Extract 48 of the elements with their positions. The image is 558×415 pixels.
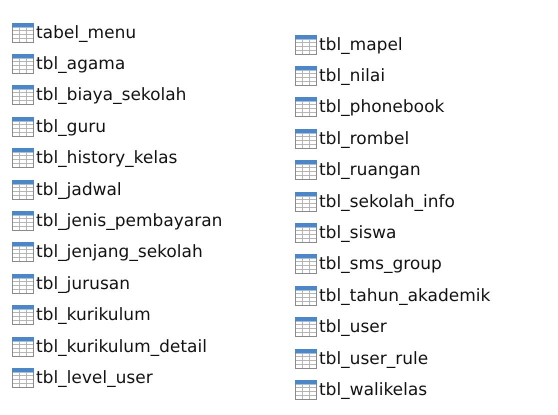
table-icon — [295, 66, 317, 86]
table-icon — [12, 116, 34, 137]
table-icon — [295, 317, 317, 338]
table-icon — [295, 160, 317, 180]
table-icon — [12, 305, 34, 326]
table-name[interactable]: tbl_sms_group — [319, 254, 442, 274]
table-icon — [295, 223, 317, 244]
table-icon — [12, 368, 34, 388]
table-icon — [12, 211, 34, 232]
table-name[interactable]: tbl_rombel — [319, 128, 410, 149]
table-icon — [295, 254, 317, 274]
table-icon — [295, 97, 317, 118]
table-name[interactable]: tbl_level_user — [36, 368, 153, 388]
table-name[interactable]: tbl_user_rule — [319, 348, 428, 369]
table-icon — [295, 286, 317, 306]
table-name[interactable]: tbl_guru — [36, 116, 106, 137]
table-name[interactable]: tbl_mapel — [319, 34, 403, 55]
table-icon — [295, 348, 317, 369]
table-icon — [12, 22, 34, 43]
table-name[interactable]: tbl_ruangan — [319, 160, 421, 180]
table-icon — [295, 34, 317, 55]
table-icon — [295, 380, 317, 400]
table-name[interactable]: tbl_user — [319, 317, 387, 338]
table-icon — [12, 274, 34, 294]
table-icon — [295, 192, 317, 212]
table-name[interactable]: tbl_walikelas — [319, 380, 428, 400]
table-icon — [12, 148, 34, 168]
table-icon — [295, 128, 317, 149]
table-name[interactable]: tbl_kurikulum_detail — [36, 336, 207, 357]
table-name[interactable]: tbl_nilai — [319, 66, 386, 86]
table-name[interactable]: tbl_kurikulum — [36, 305, 151, 326]
table-name[interactable]: tbl_jurusan — [36, 274, 130, 294]
table-icon — [12, 336, 34, 357]
table-icon — [12, 242, 34, 262]
table-name[interactable]: tbl_biaya_sekolah — [36, 85, 186, 106]
table-icon — [12, 180, 34, 200]
table-name[interactable]: tbl_siswa — [319, 223, 396, 244]
table-name[interactable]: tbl_jenis_pembayaran — [36, 211, 222, 232]
table-name[interactable]: tabel_menu — [36, 22, 136, 43]
table-icon — [12, 85, 34, 106]
table-name[interactable]: tbl_sekolah_info — [319, 192, 455, 212]
table-name[interactable]: tbl_agama — [36, 54, 126, 74]
table-name[interactable]: tbl_tahun_akademik — [319, 286, 490, 306]
table-icon — [12, 54, 34, 74]
table-name[interactable]: tbl_jadwal — [36, 180, 122, 200]
table-name[interactable]: tbl_jenjang_sekolah — [36, 242, 203, 262]
table-name[interactable]: tbl_history_kelas — [36, 148, 178, 168]
table-name[interactable]: tbl_phonebook — [319, 97, 444, 118]
